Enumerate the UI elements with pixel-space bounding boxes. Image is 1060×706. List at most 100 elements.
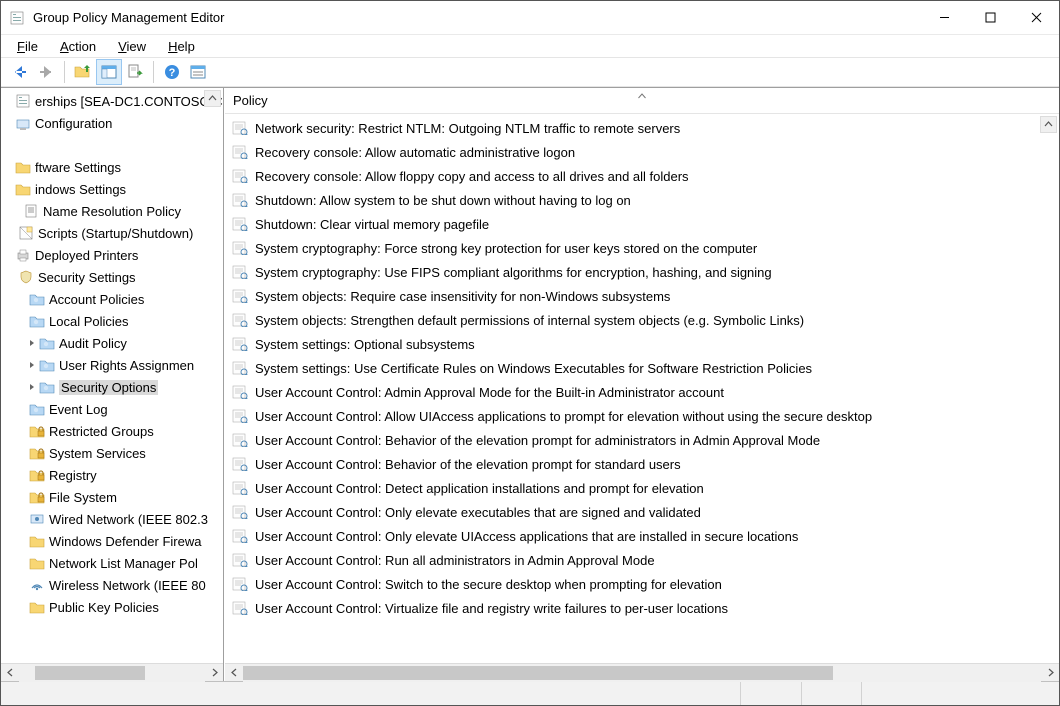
policy-item-icon [231,169,249,183]
policy-row[interactable]: System objects: Require case insensitivi… [231,284,1059,308]
policy-row[interactable]: System cryptography: Force strong key pr… [231,236,1059,260]
policy-item-icon [231,529,249,543]
minimize-button[interactable] [921,2,967,34]
tree-item[interactable]: Wired Network (IEEE 802.3 [1,508,223,530]
back-button[interactable] [7,59,33,85]
menu-help[interactable]: Help [166,37,197,56]
tree-expand-icon [15,534,29,548]
folder-icon [29,533,45,549]
show-hide-tree-button[interactable] [96,59,122,85]
tree-item[interactable]: Configuration [1,112,223,134]
policy-row[interactable]: User Account Control: Admin Approval Mod… [231,380,1059,404]
scroll-right-icon[interactable] [205,664,223,682]
policy-row[interactable]: System objects: Strengthen default permi… [231,308,1059,332]
scroll-right-icon[interactable] [1041,664,1059,682]
column-header-policy[interactable]: Policy [233,93,268,108]
security-icon [18,269,34,285]
tree-item[interactable]: Security Options [1,376,223,398]
policy-row-label: User Account Control: Only elevate UIAcc… [255,529,798,544]
folder-icon [29,599,45,615]
menu-view[interactable]: View [116,37,148,56]
policy-row[interactable]: Shutdown: Allow system to be shut down w… [231,188,1059,212]
policy-row[interactable]: User Account Control: Only elevate UIAcc… [231,524,1059,548]
policy-row[interactable]: User Account Control: Switch to the secu… [231,572,1059,596]
tree-expand-icon [9,204,23,218]
policy-row[interactable]: System settings: Use Certificate Rules o… [231,356,1059,380]
policy-row-label: User Account Control: Only elevate execu… [255,505,701,520]
tree-item[interactable]: Windows Defender Firewa [1,530,223,552]
policy-row[interactable]: User Account Control: Behavior of the el… [231,428,1059,452]
tree-item[interactable]: Local Policies [1,310,223,332]
tree-expand-icon[interactable] [25,380,39,394]
menubar: File Action View Help [1,35,1059,57]
tree-item-label: Network List Manager Pol [49,556,198,571]
policy-row[interactable]: System settings: Optional subsystems [231,332,1059,356]
tree-item-label: Account Policies [49,292,144,307]
list-scroll-up-button[interactable] [1040,116,1057,133]
policy-item-icon [231,121,249,135]
tree-expand-icon [1,94,15,108]
policy-row-label: User Account Control: Admin Approval Mod… [255,385,724,400]
titlebar: Group Policy Management Editor [1,1,1059,35]
scroll-left-icon[interactable] [1,664,19,682]
policy-row[interactable]: User Account Control: Behavior of the el… [231,452,1059,476]
up-button[interactable] [70,59,96,85]
tree-expand-icon [4,270,18,284]
tree-item[interactable]: Deployed Printers [1,244,223,266]
policy-row-label: System objects: Strengthen default permi… [255,313,804,328]
tree-item[interactable] [1,134,223,156]
list-header[interactable]: Policy [225,88,1059,114]
policy-row-label: User Account Control: Run all administra… [255,553,655,568]
scroll-left-icon[interactable] [225,664,243,682]
help-button[interactable]: ? [159,59,185,85]
tree-item[interactable]: Network List Manager Pol [1,552,223,574]
tree-item[interactable]: Security Settings [1,266,223,288]
policy-row-label: User Account Control: Virtualize file an… [255,601,728,616]
policy-row[interactable]: System cryptography: Use FIPS compliant … [231,260,1059,284]
policy-row[interactable]: User Account Control: Detect application… [231,476,1059,500]
policy-row[interactable]: User Account Control: Run all administra… [231,548,1059,572]
tree-item[interactable]: User Rights Assignmen [1,354,223,376]
export-list-button[interactable] [122,59,148,85]
status-cell-1 [1,682,741,705]
tree-horizontal-scrollbar[interactable] [1,663,223,681]
tree-scroll-up-button[interactable] [204,90,221,107]
filters-button[interactable] [185,59,211,85]
tree-item[interactable]: Restricted Groups [1,420,223,442]
window-title: Group Policy Management Editor [33,10,224,25]
tree-item-label: Security Settings [38,270,136,285]
maximize-button[interactable] [967,2,1013,34]
secfolder-icon [39,357,55,373]
tree-expand-icon[interactable] [25,358,39,372]
tree-item[interactable]: Audit Policy [1,332,223,354]
tree-item[interactable]: Wireless Network (IEEE 80 [1,574,223,596]
policy-row-label: System objects: Require case insensitivi… [255,289,670,304]
policy-row[interactable]: User Account Control: Virtualize file an… [231,596,1059,620]
tree-item[interactable]: System Services [1,442,223,464]
tree-item[interactable]: File System [1,486,223,508]
list-horizontal-scrollbar[interactable] [225,663,1059,681]
tree-item[interactable]: Registry [1,464,223,486]
tree-item[interactable]: Account Policies [1,288,223,310]
menu-action[interactable]: Action [58,37,98,56]
policy-row[interactable]: User Account Control: Allow UIAccess app… [231,404,1059,428]
forward-button[interactable] [33,59,59,85]
tree-item[interactable]: erships [SEA-DC1.CONTOSO.CO [1,90,223,112]
tree-expand-icon [15,468,29,482]
tree-item[interactable]: Event Log [1,398,223,420]
close-button[interactable] [1013,2,1059,34]
tree-item[interactable]: Public Key Policies [1,596,223,618]
policy-row[interactable]: User Account Control: Only elevate execu… [231,500,1059,524]
printer-icon [15,247,31,263]
tree-item[interactable]: indows Settings [1,178,223,200]
tree-expand-icon[interactable] [25,336,39,350]
menu-file[interactable]: File [15,37,40,56]
policy-row[interactable]: Recovery console: Allow floppy copy and … [231,164,1059,188]
policy-row[interactable]: Shutdown: Clear virtual memory pagefile [231,212,1059,236]
tree-item[interactable]: ftware Settings [1,156,223,178]
policy-row[interactable]: Network security: Restrict NTLM: Outgoin… [231,116,1059,140]
policy-row-label: System cryptography: Force strong key pr… [255,241,757,256]
tree-item[interactable]: Name Resolution Policy [1,200,223,222]
policy-row[interactable]: Recovery console: Allow automatic admini… [231,140,1059,164]
tree-item[interactable]: Scripts (Startup/Shutdown) [1,222,223,244]
